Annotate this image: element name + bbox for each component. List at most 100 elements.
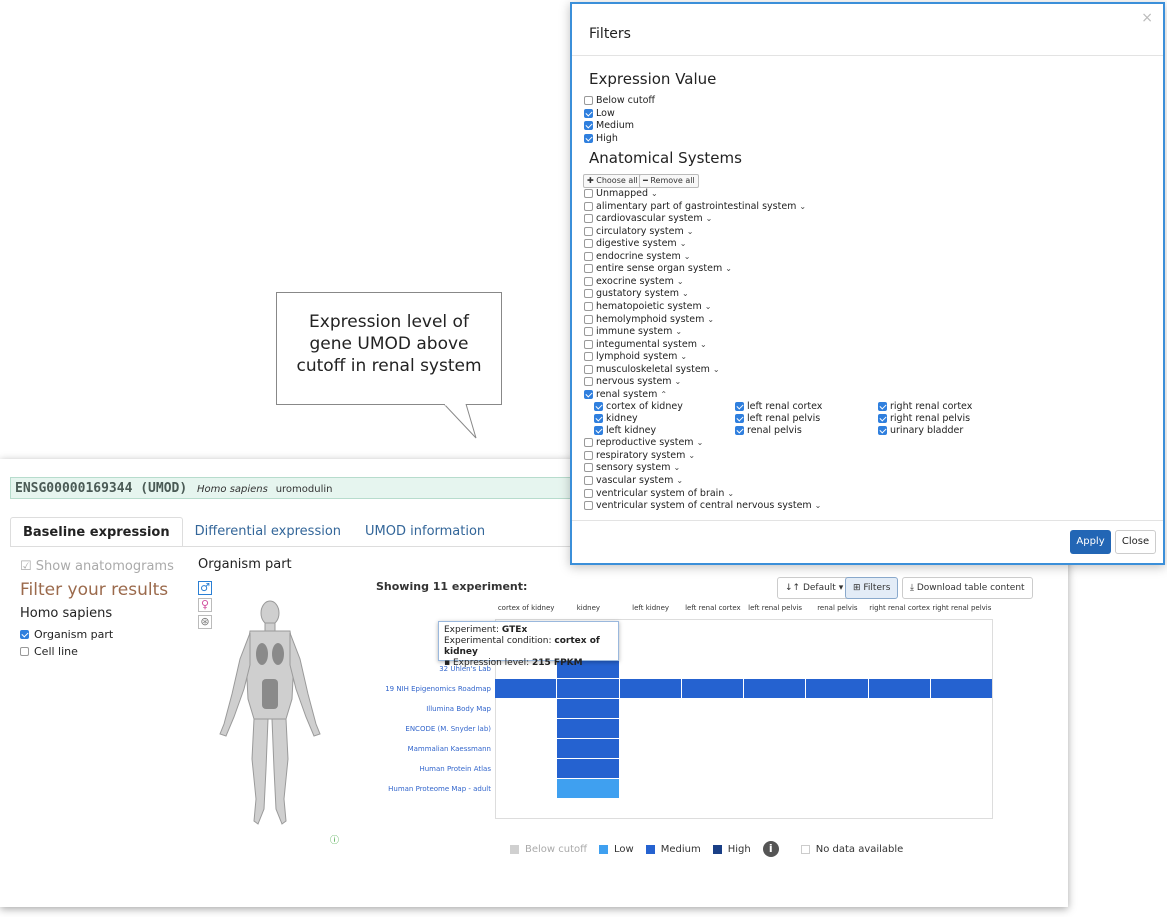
chevron-down-icon[interactable]: ⌄ <box>725 264 732 273</box>
chevron-down-icon[interactable]: ⌄ <box>799 202 806 211</box>
heatmap-cell-human-proteome-map-adult-kidney[interactable] <box>557 779 619 798</box>
chevron-down-icon[interactable]: ⌄ <box>688 451 695 460</box>
renal-left-renal-pelvis-checkbox[interactable] <box>735 414 744 424</box>
renal-left-renal-cortex-checkbox[interactable] <box>735 402 744 412</box>
tab-baseline-expression[interactable]: Baseline expression <box>10 517 183 547</box>
chevron-down-icon[interactable]: ⌄ <box>675 377 682 386</box>
system-circulatory-system[interactable]: circulatory system ⌄ <box>584 226 693 237</box>
organism-part-option[interactable]: Organism part <box>20 628 190 641</box>
row-label-19-nih-epigenomics-roadmap[interactable]: 19 NIH Epigenomics Roadmap <box>371 685 491 693</box>
system-vascular-system[interactable]: vascular system ⌄ <box>584 475 683 486</box>
tab-differential-expression[interactable]: Differential expression <box>183 517 353 547</box>
remove-all-button[interactable]: ━ Remove all <box>639 174 699 188</box>
system-respiratory-system-checkbox[interactable] <box>584 450 593 460</box>
system-renal-system[interactable]: renal system ⌃ <box>584 389 667 400</box>
system-entire-sense-organ-system[interactable]: entire sense organ system ⌄ <box>584 263 732 274</box>
system-unmapped[interactable]: Unmapped ⌄ <box>584 188 658 199</box>
renal-left-renal-cortex[interactable]: left renal cortex <box>735 401 822 412</box>
chevron-down-icon[interactable]: ⌄ <box>680 239 687 248</box>
system-vascular-system-checkbox[interactable] <box>584 476 593 485</box>
row-label-human-proteome-map-adult[interactable]: Human Proteome Map - adult <box>371 785 491 793</box>
heatmap-cell-encode-m-snyder-lab-kidney[interactable] <box>557 719 619 738</box>
heatmap-cell-19-nih-epigenomics-roadmap-left-renal-pelvis[interactable] <box>744 679 806 698</box>
default-sort-button[interactable]: ↓↑ Default ▾ <box>777 577 852 599</box>
system-endocrine-system[interactable]: endocrine system ⌄ <box>584 251 690 262</box>
renal-renal-pelvis[interactable]: renal pelvis <box>735 425 802 436</box>
row-label-human-protein-atlas[interactable]: Human Protein Atlas <box>371 765 491 773</box>
system-digestive-system[interactable]: digestive system ⌄ <box>584 238 686 249</box>
chevron-down-icon[interactable]: ⌄ <box>682 289 689 298</box>
system-respiratory-system[interactable]: respiratory system ⌄ <box>584 450 695 461</box>
heatmap-cell-19-nih-epigenomics-roadmap-renal-pelvis[interactable] <box>806 679 868 698</box>
system-reproductive-system[interactable]: reproductive system ⌄ <box>584 437 703 448</box>
expression-option-high-checkbox[interactable] <box>584 133 593 143</box>
renal-right-renal-pelvis[interactable]: right renal pelvis <box>878 413 970 424</box>
system-endocrine-system-checkbox[interactable] <box>584 251 593 261</box>
chevron-down-icon[interactable]: ⌄ <box>651 189 658 198</box>
row-label-mammalian-kaessmann[interactable]: Mammalian Kaessmann <box>371 745 491 753</box>
renal-left-renal-pelvis[interactable]: left renal pelvis <box>735 413 820 424</box>
system-hematopoietic-system-checkbox[interactable] <box>584 301 593 311</box>
chevron-down-icon[interactable]: ⌄ <box>706 214 713 223</box>
renal-cortex-of-kidney-checkbox[interactable] <box>594 402 603 412</box>
system-sensory-system[interactable]: sensory system ⌄ <box>584 462 680 473</box>
chevron-down-icon[interactable]: ⌄ <box>680 352 687 361</box>
chevron-down-icon[interactable]: ⌄ <box>713 365 720 374</box>
renal-left-kidney-checkbox[interactable] <box>594 426 603 436</box>
chevron-down-icon[interactable]: ⌄ <box>727 489 734 498</box>
expression-option-high[interactable]: High <box>584 133 618 144</box>
system-exocrine-system-checkbox[interactable] <box>584 276 593 286</box>
system-exocrine-system[interactable]: exocrine system ⌄ <box>584 276 684 287</box>
system-immune-system[interactable]: immune system ⌄ <box>584 326 682 337</box>
renal-cortex-of-kidney[interactable]: cortex of kidney <box>594 401 683 412</box>
cell-line-checkbox[interactable] <box>20 647 29 656</box>
system-hemolymphoid-system[interactable]: hemolymphoid system ⌄ <box>584 314 714 325</box>
chevron-down-icon[interactable]: ⌄ <box>697 438 704 447</box>
row-label-illumina-body-map[interactable]: Illumina Body Map <box>371 705 491 713</box>
tab-umod-information[interactable]: UMOD information <box>353 517 497 547</box>
choose-all-button[interactable]: ✚ Choose all <box>583 174 642 188</box>
system-immune-system-checkbox[interactable] <box>584 327 593 337</box>
system-entire-sense-organ-system-checkbox[interactable] <box>584 264 593 274</box>
expression-option-medium-checkbox[interactable] <box>584 121 593 130</box>
chevron-down-icon[interactable]: ⌄ <box>687 227 694 236</box>
system-hematopoietic-system[interactable]: hematopoietic system ⌄ <box>584 301 711 312</box>
expression-option-low-checkbox[interactable] <box>584 108 593 118</box>
system-nervous-system-checkbox[interactable] <box>584 377 593 387</box>
system-integumental-system[interactable]: integumental system ⌄ <box>584 339 707 350</box>
system-nervous-system[interactable]: nervous system ⌄ <box>584 376 681 387</box>
cell-line-option[interactable]: Cell line <box>20 645 190 658</box>
heatmap-cell-19-nih-epigenomics-roadmap-right-renal-pelvis[interactable] <box>930 679 992 698</box>
system-gustatory-system-checkbox[interactable] <box>584 289 593 299</box>
row-label-encode-m-snyder-lab[interactable]: ENCODE (M. Snyder lab) <box>371 725 491 733</box>
heatmap-cell-human-protein-atlas-kidney[interactable] <box>557 759 619 778</box>
heatmap-cell-19-nih-epigenomics-roadmap-kidney[interactable] <box>557 679 619 698</box>
expression-option-low[interactable]: Low <box>584 108 615 119</box>
renal-left-kidney[interactable]: left kidney <box>594 425 656 436</box>
expression-option-below-cutoff[interactable]: Below cutoff <box>584 95 655 106</box>
chevron-down-icon[interactable]: ⌄ <box>673 463 680 472</box>
chevron-up-icon[interactable]: ⌃ <box>660 390 667 399</box>
anatomogram-figure[interactable] <box>210 599 330 829</box>
close-icon[interactable]: × <box>1141 10 1153 26</box>
system-lymphoid-system-checkbox[interactable] <box>584 352 593 362</box>
renal-right-renal-cortex-checkbox[interactable] <box>878 402 887 412</box>
filters-button[interactable]: ⊞ Filters <box>845 577 899 599</box>
system-sensory-system-checkbox[interactable] <box>584 463 593 473</box>
system-alimentary-part-of-gastrointestinal-system-checkbox[interactable] <box>584 201 593 211</box>
system-musculoskeletal-system[interactable]: musculoskeletal system ⌄ <box>584 364 720 375</box>
renal-urinary-bladder[interactable]: urinary bladder <box>878 425 963 436</box>
heatmap-cell-mammalian-kaessmann-kidney[interactable] <box>557 739 619 758</box>
legend-info-icon[interactable]: i <box>762 841 779 857</box>
system-cardiovascular-system[interactable]: cardiovascular system ⌄ <box>584 213 712 224</box>
system-ventricular-system-of-brain[interactable]: ventricular system of brain ⌄ <box>584 488 734 499</box>
system-integumental-system-checkbox[interactable] <box>584 339 593 349</box>
close-button[interactable]: Close <box>1115 530 1156 554</box>
heatmap-cell-19-nih-epigenomics-roadmap-left-renal-cortex[interactable] <box>681 679 743 698</box>
chevron-down-icon[interactable]: ⌄ <box>676 476 683 485</box>
anatomogram-info-icon[interactable]: ⓘ <box>330 833 339 846</box>
chevron-down-icon[interactable]: ⌄ <box>705 302 712 311</box>
renal-right-renal-pelvis-checkbox[interactable] <box>878 414 887 424</box>
chevron-down-icon[interactable]: ⌄ <box>707 315 714 324</box>
male-icon[interactable]: ♂ <box>198 581 212 595</box>
